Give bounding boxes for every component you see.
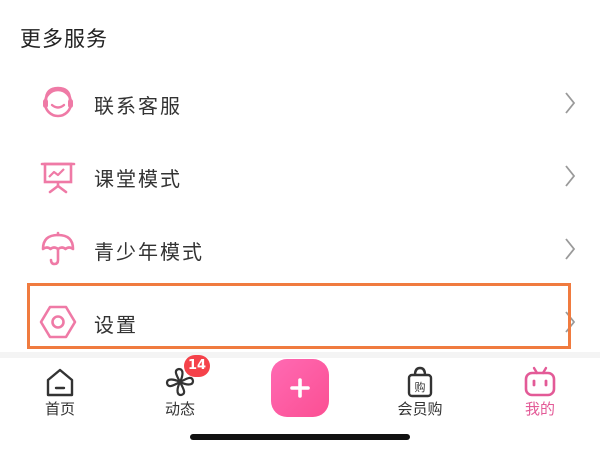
tab-label: 会员购 <box>397 400 443 418</box>
notification-badge: 14 <box>184 355 210 377</box>
tv-face-icon <box>524 366 556 397</box>
create-post-button[interactable] <box>271 359 329 417</box>
svg-text:购: 购 <box>415 380 426 394</box>
shopping-bag-icon: 购 <box>407 366 433 398</box>
home-indicator[interactable] <box>190 434 410 440</box>
plus-icon <box>290 378 310 398</box>
presentation-board-icon <box>40 162 76 194</box>
tab-label: 我的 <box>524 400 555 418</box>
chevron-right-icon <box>565 165 576 187</box>
tab-label: 动态 <box>164 400 195 418</box>
highlight-box <box>27 283 571 349</box>
tab-member-shop[interactable]: 购 会员购 <box>380 358 460 420</box>
home-icon <box>46 368 74 397</box>
section-title: 更多服务 <box>20 27 108 51</box>
chevron-right-icon <box>565 238 576 260</box>
tab-mine[interactable]: 我的 <box>500 358 580 420</box>
menu-item-label: 课堂模式 <box>94 167 182 191</box>
menu-item-label: 联系客服 <box>94 94 182 118</box>
menu-item-teen-mode[interactable]: 青少年模式 <box>30 216 590 282</box>
menu-item-contact-support[interactable]: 联系客服 <box>30 70 590 136</box>
menu-item-label: 青少年模式 <box>94 240 204 264</box>
headset-icon <box>43 86 73 118</box>
menu-item-classroom-mode[interactable]: 课堂模式 <box>30 143 590 209</box>
tab-label: 首页 <box>44 400 75 418</box>
tab-home[interactable]: 首页 <box>20 358 100 420</box>
chevron-right-icon <box>565 92 576 114</box>
umbrella-icon <box>41 231 75 266</box>
